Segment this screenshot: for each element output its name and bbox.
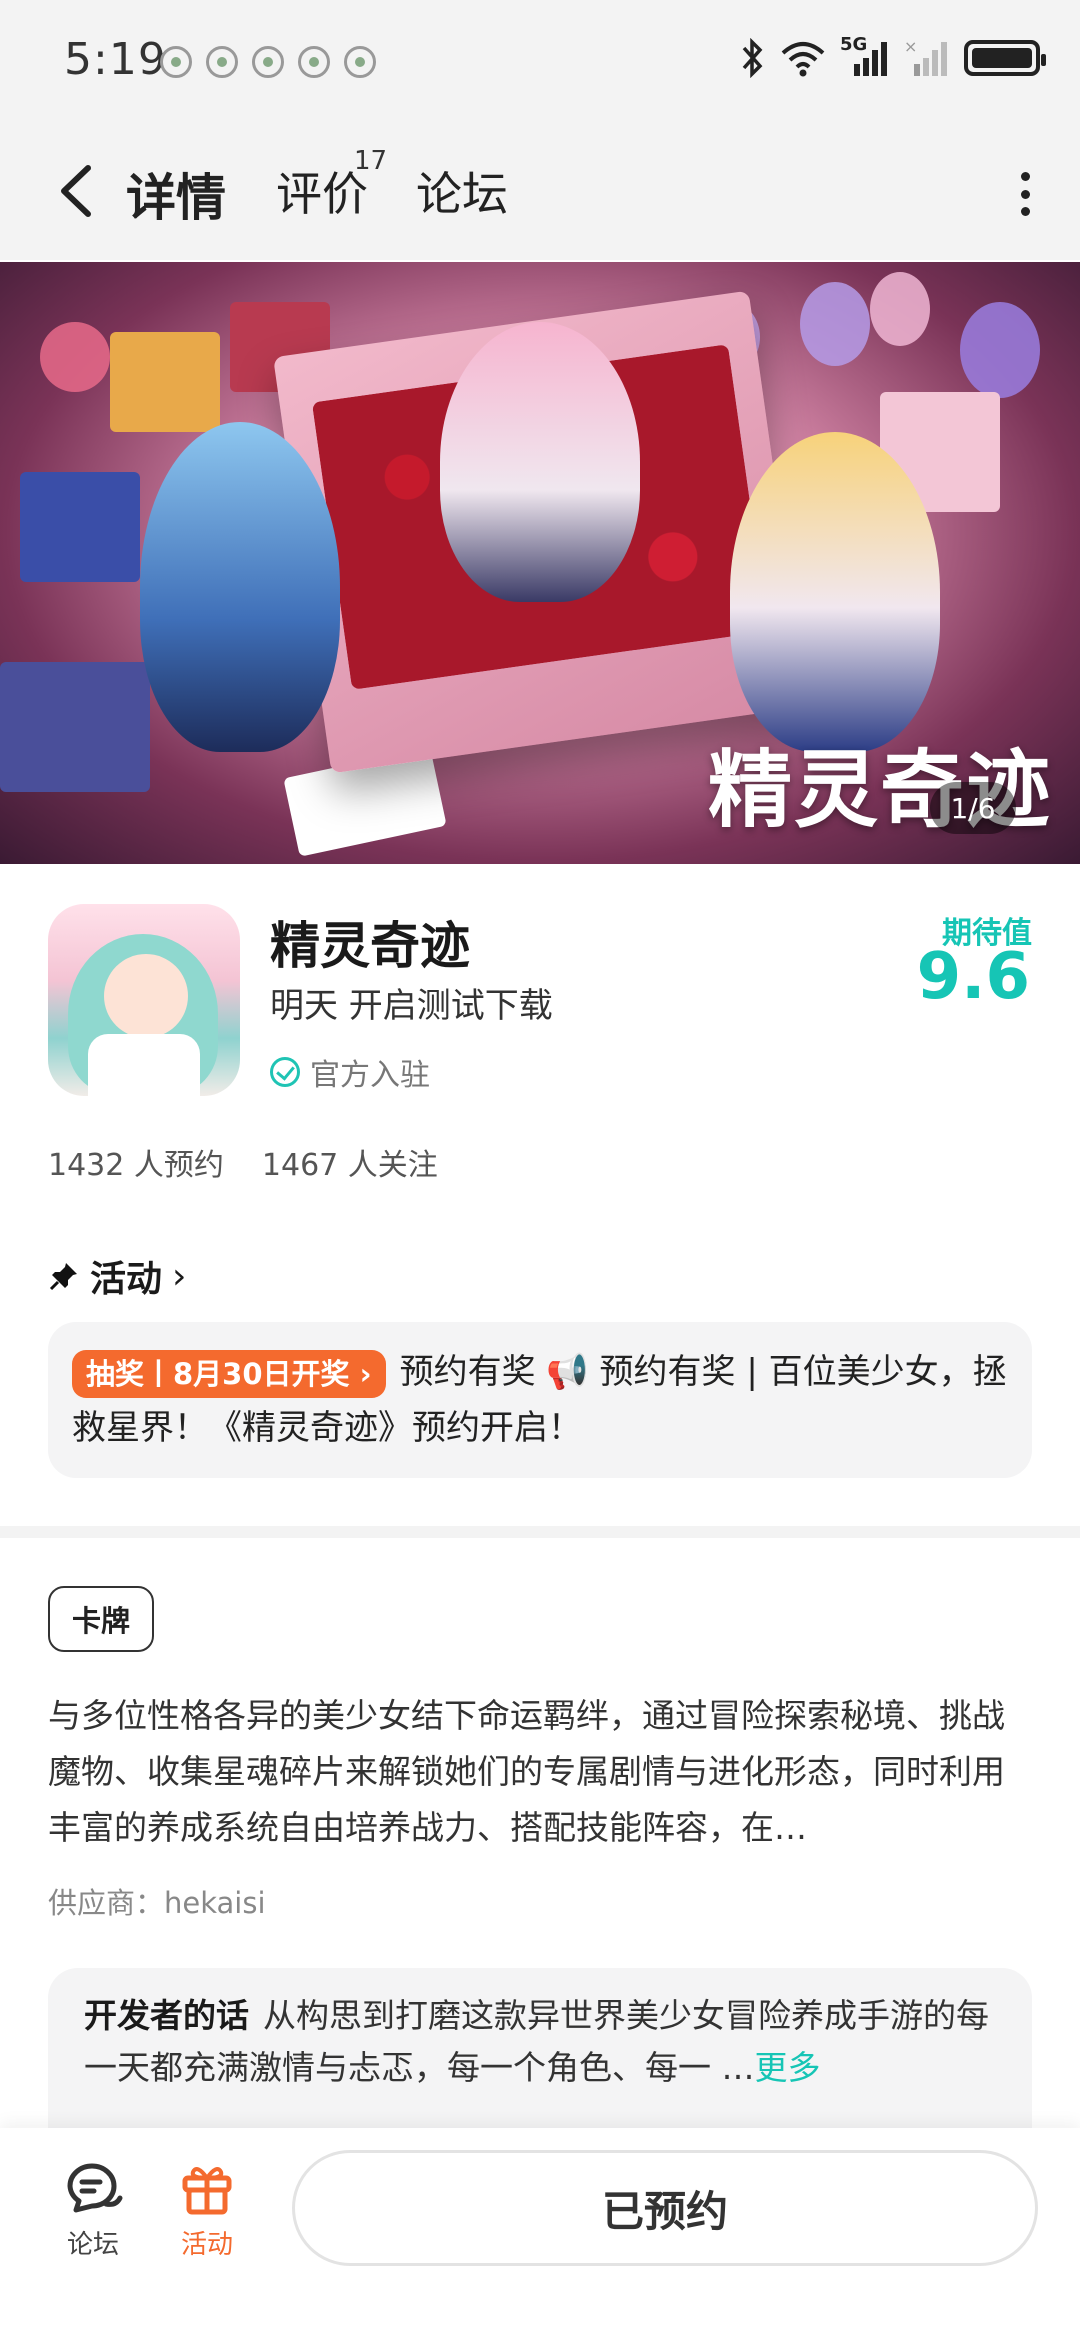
more-link[interactable]: 更多 [755,2048,821,2087]
tab-label: 论坛 [416,167,508,221]
signal-5g-icon: 5G [840,34,890,78]
activity-section-header[interactable]: 活动 › [48,1250,186,1302]
app-icon [48,904,240,1096]
forum-button[interactable]: 论坛 [48,2160,138,2261]
expectation-score: 9.6 [916,940,1030,1014]
official-badge: 官方入驻 [270,1050,430,1094]
supplier-info: 供应商：hekaisi [48,1886,266,1920]
activity-title: 活动 [90,1259,163,1300]
status-time: 5:19 [64,34,167,85]
wifi-icon [781,42,825,77]
developer-note-card[interactable]: 开发者的话 从构思到打磨这款异世界美少女冒险养成手游的每一天都充满激情与忐忑，每一… [48,1968,1032,2128]
app-title: 精灵奇迹 [270,917,470,975]
character-blue-hair [140,422,340,752]
forum-label: 论坛 [66,2230,119,2260]
activity-label: 活动 [180,2230,233,2260]
bluetooth-icon [742,38,763,78]
reserved-button[interactable]: 已预约 [292,2150,1038,2266]
forum-chat-icon [67,2163,123,2213]
character-pink-hair [440,322,640,602]
gift-icon [182,2167,232,2215]
image-counter: 1/6 [930,782,1016,834]
notification-icon [344,46,376,78]
activity-button[interactable]: 活动 [162,2160,252,2261]
pin-icon [49,1263,77,1291]
app-stats: 1432 人预约 1467 人关注 [48,1140,438,1184]
genre-tag[interactable]: 卡牌 [48,1586,155,1652]
developer-note-label: 开发者的话 [84,1996,249,2035]
game-banner[interactable]: 精灵奇迹 1/6 [0,262,1080,864]
reservation-count: 1432 人预约 [48,1148,224,1183]
tab-label: 详情 [126,169,226,227]
top-nav: 详情 评价 17 论坛 [0,120,1080,260]
section-divider [0,1526,1080,1538]
chevron-right-icon: › [172,1255,187,1297]
notification-icon [206,46,238,78]
svg-text:×: × [904,38,917,56]
notification-icon [298,46,330,78]
official-label: 官方入驻 [310,1058,430,1093]
lottery-tag[interactable]: 抽奖丨8月30日开奖 › [72,1349,386,1398]
status-bar: 5:19 5G × [0,0,1080,120]
tab-detail[interactable]: 详情 [122,158,230,230]
back-icon[interactable] [48,156,108,226]
system-icons: 5G × [740,34,1046,78]
bottom-action-bar: 论坛 活动 已预约 [0,2128,1080,2340]
review-count-badge: 17 [354,146,388,176]
tab-forum[interactable]: 论坛 [416,158,508,224]
more-options-icon[interactable] [1010,164,1040,224]
notification-icon [252,46,284,78]
battery-icon [964,40,1046,76]
app-subtitle: 明天 开启测试下载 [270,986,553,1026]
notification-icons [160,46,376,78]
follower-count: 1467 人关注 [261,1148,438,1183]
verified-check-icon [270,1057,300,1087]
activity-card[interactable]: 抽奖丨8月30日开奖 › 预约有奖 📢 预约有奖 | 百位美少女，拯救星界！《精灵… [48,1322,1032,1478]
notification-icon [160,46,192,78]
character-blonde-hair [730,432,940,752]
game-description[interactable]: 与多位性格各异的美少女结下命运羁绊，通过冒险探索秘境、挑战魔物、收集星魂碎片来解… [48,1688,1032,1856]
signal-weak-icon: × [904,38,947,76]
